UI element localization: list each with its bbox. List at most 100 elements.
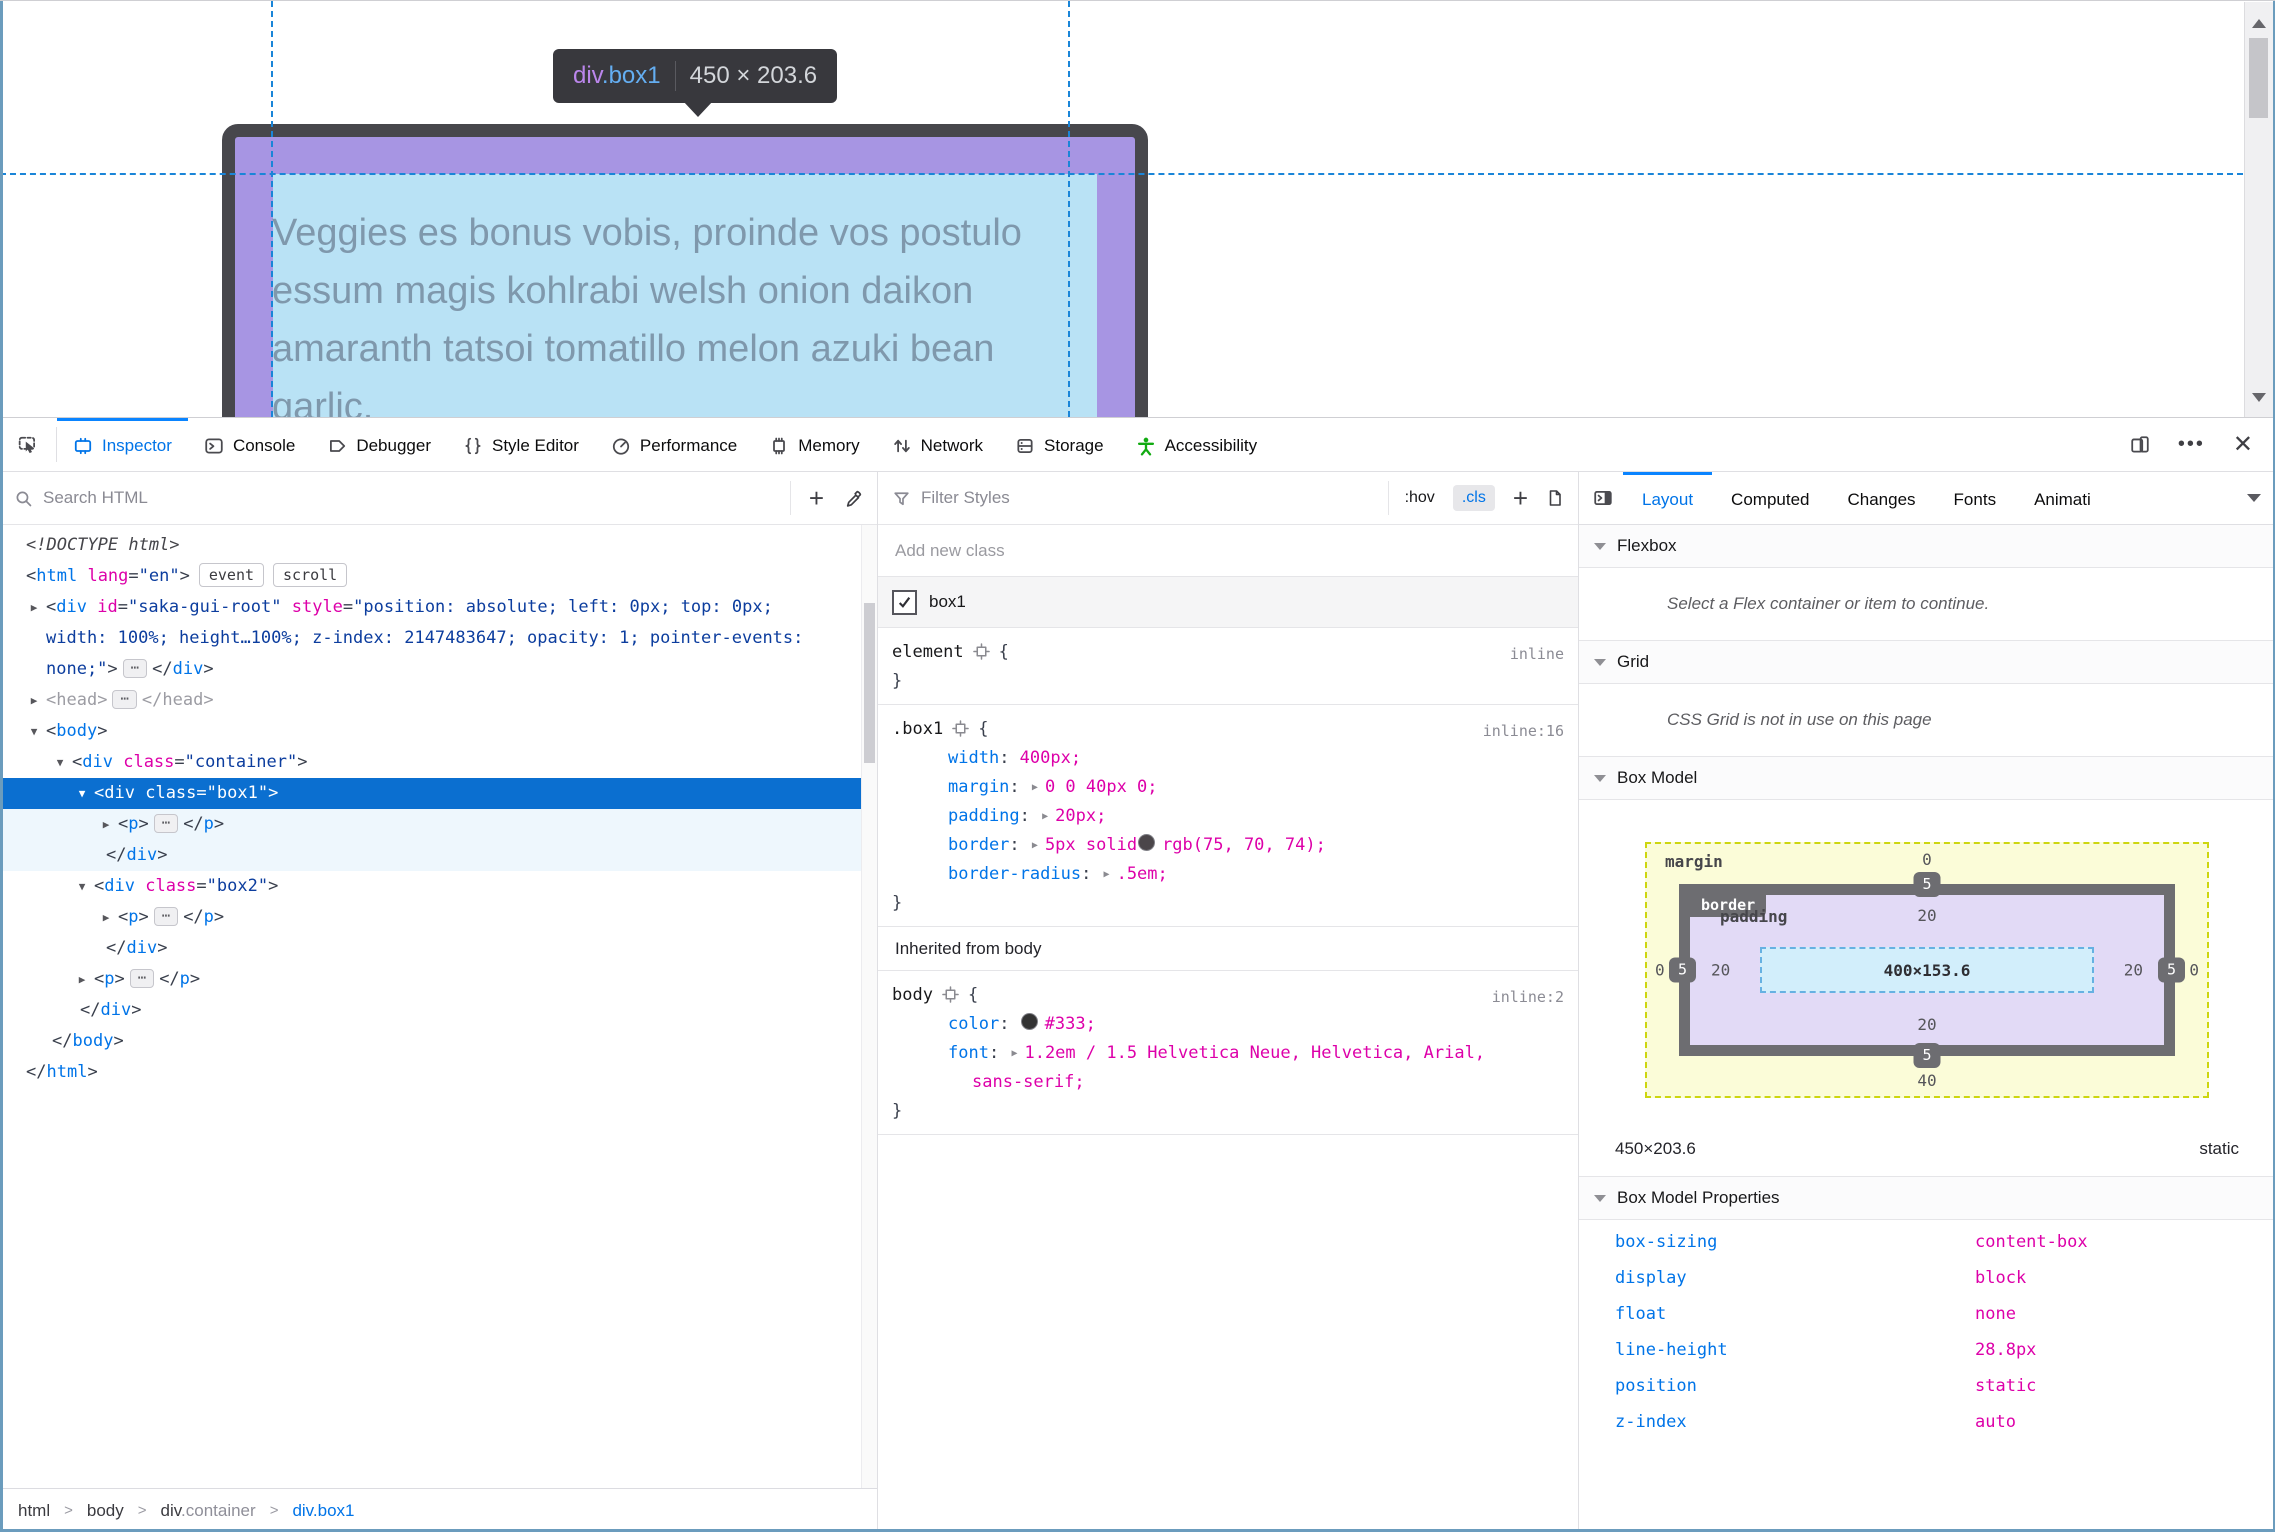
filter-styles-bar[interactable]: Filter Styles :hov .cls + [878,472,1578,525]
expand-value-icon[interactable]: ▶ [1104,860,1110,889]
css-declaration[interactable]: padding: ▶ 20px; [892,802,1564,831]
property-name[interactable]: width [948,748,999,768]
print-media-icon[interactable] [1546,489,1564,507]
expand-value-icon[interactable]: ▶ [1011,1039,1017,1068]
page-scrollbar[interactable] [2244,2,2273,417]
rule-source-link[interactable]: inline [1510,640,1564,669]
padding-bottom-value[interactable]: 20 [1647,1015,2207,1034]
css-rule-box1[interactable]: .box1{ inline:16 width: 400px; margin: ▶ 0… [878,705,1578,927]
target-icon[interactable] [972,643,990,660]
markup-row[interactable]: </html> [0,1057,862,1088]
box-model-property-row[interactable]: float none [1579,1296,2275,1332]
color-swatch[interactable] [1020,1013,1038,1030]
expand-arrow-icon[interactable]: ▶ [73,964,91,995]
markup-scrollbar-thumb[interactable] [864,603,875,763]
sidebar-tab-computed[interactable]: Computed [1712,472,1828,524]
devtools-tab-performance[interactable]: Performance [595,418,753,471]
css-declaration[interactable]: width: 400px; [892,744,1564,773]
devtools-tab-inspector[interactable]: Inspector [57,418,188,471]
property-value[interactable]: 5px solid [1045,835,1137,855]
css-rule-element[interactable]: element{ inline } [878,628,1578,705]
color-swatch[interactable] [1138,834,1156,851]
box-model-property-row[interactable]: position static [1579,1368,2275,1404]
rule-selector[interactable]: element [892,642,964,662]
devtools-tab-style-editor[interactable]: Style Editor [447,418,595,471]
expand-value-icon[interactable]: ▶ [1042,802,1048,831]
pseudo-class-button[interactable]: :hov [1405,489,1435,507]
markup-row[interactable]: ▼ <div class="box2"> [0,871,862,902]
property-name[interactable]: color [948,1014,999,1034]
inline-expander-badge[interactable]: ⋯ [112,690,137,709]
markup-row[interactable]: <!DOCTYPE html> [0,530,862,561]
markup-row[interactable]: ▼ <div class="container"> [0,747,862,778]
event-badge[interactable]: event [198,563,265,587]
expand-arrow-icon[interactable]: ▶ [25,592,43,623]
markup-row[interactable]: </div> [0,995,862,1026]
collapse-arrow-icon[interactable]: ▼ [73,778,91,809]
css-declaration[interactable]: color: #333; [892,1010,1564,1039]
search-bar[interactable]: Search HTML + [0,472,877,525]
collapse-arrow-icon[interactable]: ▼ [25,716,43,747]
collapse-arrow-icon[interactable]: ▼ [73,871,91,902]
box-model-property-row[interactable]: box-sizing content-box [1579,1224,2275,1260]
devtools-tab-memory[interactable]: Memory [753,418,875,471]
class-panel-button[interactable]: .cls [1452,485,1495,511]
markup-row[interactable]: </div> [0,840,862,871]
property-value[interactable]: .5em; [1117,864,1168,884]
meatball-menu-icon[interactable]: ••• [2178,433,2205,456]
expand-arrow-icon[interactable]: ▶ [97,902,115,933]
padding-top-value[interactable]: 20 [1647,906,2207,925]
node-picker-button[interactable] [0,418,56,471]
css-declaration[interactable]: margin: ▶ 0 0 40px 0; [892,773,1564,802]
target-icon[interactable] [942,986,959,1003]
markup-row[interactable]: ▶ <head> ⋯ </head> [0,685,862,716]
property-value[interactable]: 400px; [1020,748,1081,768]
markup-row[interactable]: ▶ <p> ⋯ </p> [0,809,862,840]
add-node-button[interactable]: + [809,485,824,511]
property-value[interactable]: sans-serif; [972,1072,1085,1092]
markup-row[interactable]: </div> [0,933,862,964]
rule-selector[interactable]: .box1 [892,719,943,739]
property-value[interactable]: rgb(75, 70, 74); [1162,835,1326,855]
breadcrumb-item[interactable]: div.box1 [292,1501,354,1521]
breadcrumb-item[interactable]: body [87,1501,124,1521]
markup-row[interactable]: ▶ <div id="saka-gui-root" style="position… [0,592,862,685]
markup-row[interactable]: ▶ <p> ⋯ </p> [0,964,862,995]
css-rule-body[interactable]: body{ inline:2 color: #333; font: ▶ 1.2em … [878,971,1578,1135]
close-icon[interactable]: ✕ [2233,430,2253,459]
inline-expander-badge[interactable]: ⋯ [129,969,155,988]
responsive-design-icon[interactable] [2130,435,2150,455]
devtools-tab-storage[interactable]: Storage [999,418,1120,471]
css-declaration[interactable]: border: ▶ 5px solid rgb(75, 70, 74); [892,831,1564,860]
add-rule-button[interactable]: + [1513,485,1528,511]
markup-row[interactable]: <html lang="en"> event scroll [0,561,862,592]
page-scrollbar-thumb[interactable] [2249,38,2268,118]
inline-expander-badge[interactable]: ⋯ [122,659,148,678]
sidebar-tab-changes[interactable]: Changes [1828,472,1934,524]
markup-row[interactable]: ▼ <body> [0,716,862,747]
inline-expander-badge[interactable]: ⋯ [153,907,179,926]
expand-arrow-icon[interactable]: ▶ [25,685,43,716]
sidebar-tab-layout[interactable]: Layout [1623,472,1713,524]
scroll-up-icon[interactable] [2252,12,2266,28]
property-value[interactable]: #333; [1045,1014,1096,1034]
margin-bottom-value[interactable]: 40 [1647,1071,2207,1090]
devtools-tab-accessibility[interactable]: Accessibility [1120,418,1274,471]
breadcrumb-item[interactable]: html [18,1501,50,1521]
property-name[interactable]: margin [948,777,1009,797]
page-viewport[interactable]: Veggies es bonus vobis, proinde vos post… [0,1,2275,417]
border-left-value[interactable]: 5 [1669,957,1696,983]
property-name[interactable]: border [948,835,1009,855]
devtools-tab-network[interactable]: Network [876,418,999,471]
expand-arrow-icon[interactable]: ▶ [97,809,115,840]
section-box-model-properties[interactable]: Box Model Properties [1579,1176,2275,1220]
box-model-diagram[interactable]: margin 0 40 0 0 border padding 20 20 20 … [1645,842,2209,1098]
css-declaration[interactable]: sans-serif; [892,1068,1564,1097]
padding-right-value[interactable]: 20 [2124,961,2143,980]
target-icon[interactable] [952,720,969,737]
css-declaration[interactable]: border-radius: ▶ .5em; [892,860,1564,889]
rule-source-link[interactable]: inline:16 [1483,717,1564,746]
property-value[interactable]: 1.2em / 1.5 Helvetica Neue, Helvetica, A… [1024,1043,1485,1063]
scroll-badge[interactable]: scroll [273,563,348,587]
markup-row-selected[interactable]: ▼ <div class="box1"> [0,778,862,809]
